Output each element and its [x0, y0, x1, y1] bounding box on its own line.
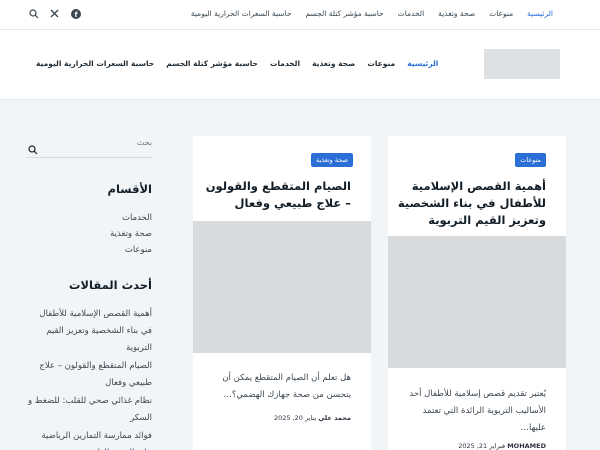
post-excerpt: هل تعلم أن الصيام المتقطع يمكن أن يتحسن …	[222, 373, 351, 400]
main-nav: حاسبة السعرات الحرارية اليومية حاسبة مؤش…	[30, 59, 444, 68]
post-excerpt: يُعتبر تقديم قصص إسلامية للأطفال أحد الأ…	[409, 389, 546, 433]
site-logo[interactable]	[484, 49, 560, 79]
post-thumbnail[interactable]	[193, 221, 371, 353]
main-nav-misc[interactable]: منوعات	[361, 59, 401, 68]
site-header: حاسبة السعرات الحرارية اليومية حاسبة مؤش…	[0, 30, 600, 100]
top-nav-services[interactable]: الخدمات	[391, 9, 432, 18]
post-card: صحة وتغذية الصيام المتقطع والقولون – علا…	[193, 136, 371, 450]
sidebar: الأقسام الخدمات صحة وتغذية منوعات أحدث ا…	[26, 136, 152, 450]
social-icons: f	[28, 8, 81, 19]
top-nav-bmi-calculator[interactable]: حاسبة مؤشر كتلة الجسم	[298, 9, 390, 18]
top-nav-misc[interactable]: منوعات	[482, 9, 520, 18]
categories-title: الأقسام	[107, 182, 152, 196]
categories-list: الخدمات صحة وتغذية منوعات	[26, 210, 152, 258]
category-badge[interactable]: صحة وتغذية	[311, 153, 354, 167]
search-icon[interactable]	[28, 8, 39, 19]
recent-post-link[interactable]: الصيام المتقطع والقولون – علاج طبيعي وفع…	[26, 358, 152, 392]
post-thumbnail[interactable]	[388, 236, 566, 368]
post-meta: MOHAMED فبراير 21, 2025	[458, 442, 546, 450]
top-nav-home[interactable]: الرئيسية	[520, 9, 560, 18]
main-nav-calorie-calculator[interactable]: حاسبة السعرات الحرارية اليومية	[30, 59, 160, 68]
post-author[interactable]: MOHAMED	[507, 442, 546, 450]
search-icon[interactable]	[28, 140, 38, 159]
sidebar-search	[26, 136, 152, 158]
x-icon[interactable]	[49, 8, 60, 19]
top-bar: الرئيسية منوعات صحة وتغذية الخدمات حاسبة…	[0, 0, 600, 30]
main-nav-services[interactable]: الخدمات	[264, 59, 306, 68]
post-meta: محمد علي يناير 20, 2025	[274, 414, 351, 422]
top-nav-calorie-calculator[interactable]: حاسبة السعرات الحرارية اليومية	[184, 9, 299, 18]
facebook-icon[interactable]: f	[70, 8, 81, 19]
category-link[interactable]: صحة وتغذية	[26, 226, 152, 242]
post-date: فبراير 21, 2025	[458, 442, 506, 450]
post-card: منوعات أهمية القصص الإسلامية للأطفال في …	[388, 136, 566, 450]
category-link[interactable]: الخدمات	[26, 210, 152, 226]
recent-posts-title: أحدث المقالات	[68, 278, 152, 292]
post-title[interactable]: الصيام المتقطع والقولون – علاج طبيعي وفع…	[201, 178, 351, 212]
main-nav-home[interactable]: الرئيسية	[401, 59, 444, 68]
category-link[interactable]: منوعات	[26, 242, 152, 258]
recent-post-link[interactable]: نظام غذائي صحي للقلب: للضغط و السكر	[26, 393, 152, 427]
post-date: يناير 20, 2025	[273, 414, 317, 422]
main-nav-health[interactable]: صحة وتغذية	[306, 59, 361, 68]
post-author[interactable]: محمد علي	[318, 414, 351, 422]
category-badge[interactable]: منوعات	[515, 153, 546, 167]
main-nav-bmi-calculator[interactable]: حاسبة مؤشر كتلة الجسم	[160, 59, 264, 68]
top-nav-health[interactable]: صحة وتغذية	[431, 9, 482, 18]
search-input[interactable]	[47, 138, 152, 147]
recent-post-link[interactable]: أهمية القصص الإسلامية للأطفال في بناء ال…	[26, 306, 152, 357]
recent-posts-list: أهمية القصص الإسلامية للأطفال في بناء ال…	[26, 306, 152, 450]
top-nav: الرئيسية منوعات صحة وتغذية الخدمات حاسبة…	[184, 9, 560, 18]
post-title[interactable]: أهمية القصص الإسلامية للأطفال في بناء ال…	[386, 178, 546, 229]
recent-post-link[interactable]: فوائد ممارسة التمارين الرياضية على الصحة…	[26, 428, 153, 450]
